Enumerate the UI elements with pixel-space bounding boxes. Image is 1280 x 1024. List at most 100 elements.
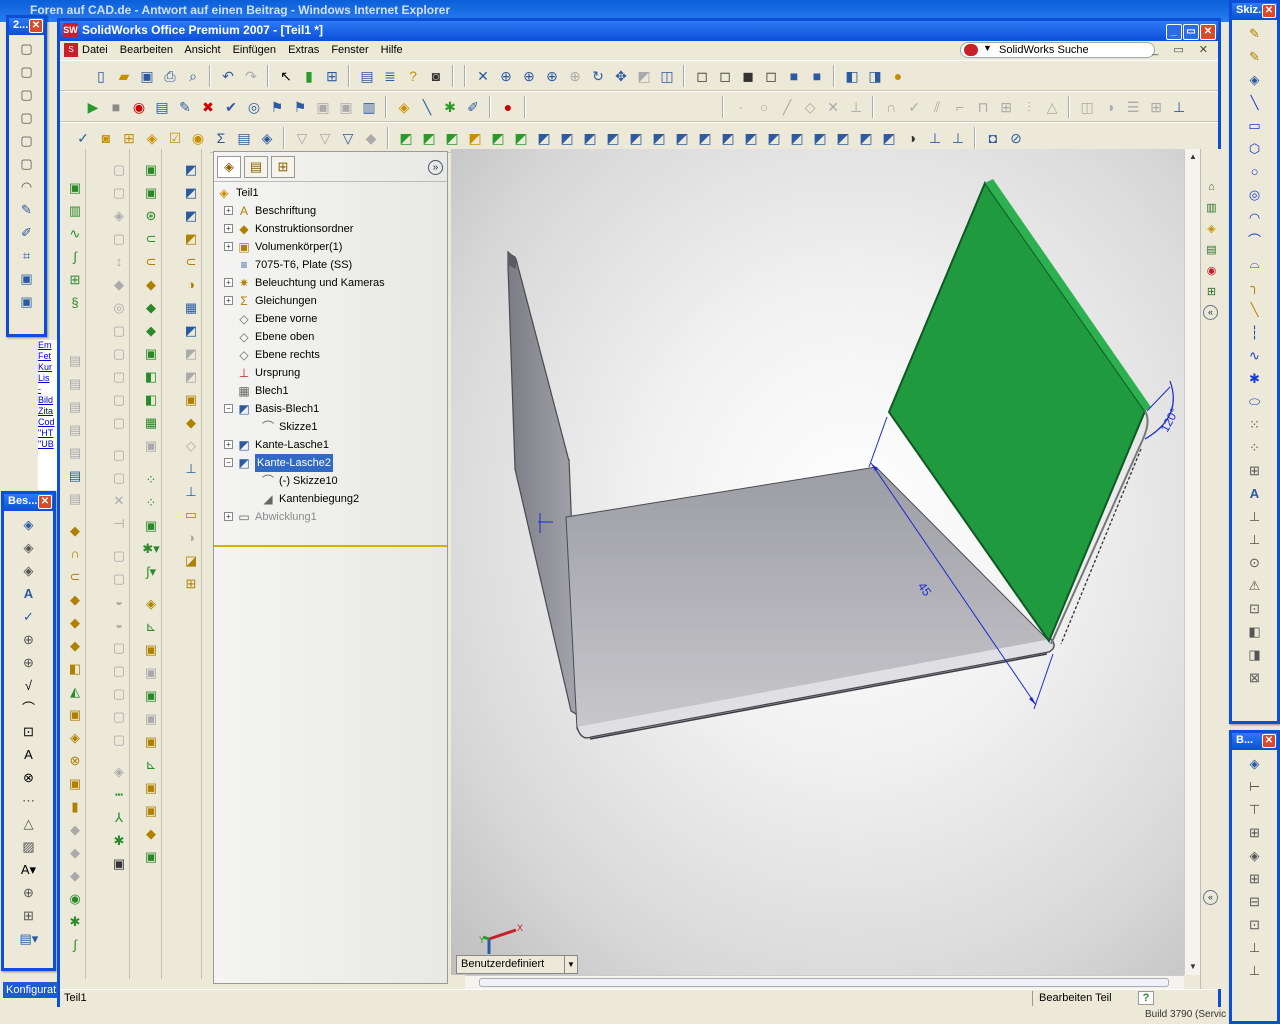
- feature-tool-icon[interactable]: ⊗: [66, 752, 84, 770]
- minimize-icon[interactable]: _: [1166, 24, 1182, 40]
- feature-tool-icon[interactable]: ✕: [110, 492, 128, 510]
- filter-tool-icon[interactable]: ◩: [832, 127, 854, 149]
- feature-tool-icon[interactable]: ▣: [142, 848, 160, 866]
- dimension-angle-label[interactable]: 120°: [1158, 406, 1182, 435]
- search-icon[interactable]: ◉: [1203, 263, 1220, 280]
- polygon-icon[interactable]: ⬡: [1246, 140, 1264, 158]
- filter-icon[interactable]: ▽: [337, 127, 359, 149]
- feature-tool-icon[interactable]: ▤: [66, 398, 84, 416]
- filter-tool-icon[interactable]: ◩: [763, 127, 785, 149]
- scroll-up-icon[interactable]: ▲: [1186, 150, 1200, 164]
- menu-datei[interactable]: Datei: [82, 44, 108, 56]
- sketch-icon[interactable]: ✎: [1246, 25, 1264, 43]
- close-icon[interactable]: ✕: [1200, 24, 1216, 40]
- feature-tool-icon[interactable]: ▢: [110, 547, 128, 565]
- datum-feature-icon[interactable]: A: [20, 746, 38, 764]
- properties-icon[interactable]: ≣: [379, 65, 401, 87]
- sheet-metal-tool-icon[interactable]: ◩: [182, 345, 200, 363]
- print-icon[interactable]: ⎙: [159, 65, 181, 87]
- filter-icon[interactable]: ▽: [291, 127, 313, 149]
- filter-tool-icon[interactable]: ◩: [740, 127, 762, 149]
- feature-tool-icon[interactable]: ┅: [110, 786, 128, 804]
- feature-tool-icon[interactable]: ▣: [142, 184, 160, 202]
- open-icon[interactable]: ▰: [113, 65, 135, 87]
- tree-item[interactable]: + ▭ Abwicklung1: [214, 508, 447, 526]
- zoom-fit-icon[interactable]: ⊕: [495, 65, 517, 87]
- document-icon[interactable]: S: [64, 43, 78, 57]
- sketch-tool-icon[interactable]: ☰: [1122, 96, 1144, 118]
- shadows-icon[interactable]: ■: [806, 65, 828, 87]
- feature-tool-icon[interactable]: ◙: [95, 127, 117, 149]
- print-preview-icon[interactable]: ⌕: [182, 65, 204, 87]
- horizontal-scrollbar[interactable]: [465, 975, 1184, 989]
- select-icon[interactable]: ↖: [275, 65, 297, 87]
- feature-tool-icon[interactable]: ▢: [18, 155, 36, 173]
- macro-tool-icon[interactable]: ▣: [312, 96, 334, 118]
- feature-tool-icon[interactable]: ▣: [142, 664, 160, 682]
- feature-tool-icon[interactable]: ▢: [110, 391, 128, 409]
- feature-tool-icon[interactable]: ◆: [66, 637, 84, 655]
- annotation-tool-icon[interactable]: ◈: [20, 562, 38, 580]
- new-icon[interactable]: ▯: [90, 65, 112, 87]
- zoom-in-out-icon[interactable]: ⊕: [541, 65, 563, 87]
- sketch-chamfer-icon[interactable]: ╲: [1246, 301, 1264, 319]
- view-orientation-select[interactable]: Benutzerdefiniert ▼: [456, 955, 578, 974]
- section-view-icon[interactable]: ◩: [633, 65, 655, 87]
- tree-item[interactable]: − ◩ Basis-Blech1: [214, 400, 447, 418]
- feature-tool-icon[interactable]: §: [66, 294, 84, 312]
- feature-tool-icon[interactable]: ◈: [256, 127, 278, 149]
- ie-side-link[interactable]: Zita: [38, 406, 58, 417]
- feature-tool-icon[interactable]: ▢: [110, 731, 128, 749]
- ie-side-link[interactable]: "HT: [38, 428, 58, 439]
- close-icon[interactable]: ✕: [1262, 734, 1276, 748]
- sketch-line-icon[interactable]: ╲: [416, 96, 438, 118]
- feature-tool-icon[interactable]: ▣: [142, 641, 160, 659]
- menu-bearbeiten[interactable]: Bearbeiten: [120, 44, 173, 56]
- sum-icon[interactable]: Σ: [210, 127, 232, 149]
- sketch-tool-icon[interactable]: ◧: [1246, 623, 1264, 641]
- sketch-edit-icon[interactable]: ✐: [462, 96, 484, 118]
- menu-fenster[interactable]: Fenster: [331, 44, 368, 56]
- pan-icon[interactable]: ✥: [610, 65, 632, 87]
- annotation-tool-icon[interactable]: ⋯: [20, 792, 38, 810]
- sketch-tool-icon[interactable]: ⚠: [1246, 577, 1264, 595]
- weld-symbol-icon[interactable]: ⌒: [20, 700, 38, 718]
- feature-tool-icon[interactable]: ◉: [187, 127, 209, 149]
- feature-tool-icon[interactable]: ▢: [18, 109, 36, 127]
- maximize-icon[interactable]: ▭: [1183, 24, 1199, 40]
- feature-tool-icon[interactable]: ▤: [66, 467, 84, 485]
- shaded-icon[interactable]: ■: [783, 65, 805, 87]
- dimension-tool-icon[interactable]: ◈: [1246, 847, 1264, 865]
- feature-tool-icon[interactable]: ▣: [66, 179, 84, 197]
- feature-manager-tab-icon[interactable]: ◈: [217, 156, 241, 178]
- ie-side-link[interactable]: Em: [38, 340, 58, 351]
- feature-tool-icon[interactable]: ⊂: [66, 568, 84, 586]
- design-library-icon[interactable]: ◈: [1203, 221, 1220, 238]
- annotation-tool-icon[interactable]: ⊕: [20, 654, 38, 672]
- sheet-metal-tool-icon[interactable]: ◑: [182, 529, 200, 547]
- feature-tool-icon[interactable]: ✱▾: [142, 540, 160, 558]
- scroll-thumb[interactable]: [479, 978, 1169, 987]
- feature-tool-icon[interactable]: ◆: [66, 591, 84, 609]
- ie-side-link[interactable]: Cod: [38, 417, 58, 428]
- feature-tool-icon[interactable]: ▣: [66, 706, 84, 724]
- feature-tool-icon[interactable]: ◆: [110, 276, 128, 294]
- sketch-tool-icon[interactable]: ○: [753, 96, 775, 118]
- feature-tool-icon[interactable]: ▣: [142, 710, 160, 728]
- filter-tool-icon[interactable]: ◩: [395, 127, 417, 149]
- grid-icon[interactable]: ⁙: [1246, 416, 1264, 434]
- filter-tool-icon[interactable]: ◩: [648, 127, 670, 149]
- spline-icon[interactable]: ∿: [1246, 347, 1264, 365]
- sketch-tool-icon[interactable]: ✕: [822, 96, 844, 118]
- stop-macro-icon[interactable]: ■: [105, 96, 127, 118]
- horizontal-dimension-icon[interactable]: ⊢: [1246, 778, 1264, 796]
- wireframe-icon[interactable]: ◻: [691, 65, 713, 87]
- zoom-selection-icon[interactable]: ⊕: [564, 65, 586, 87]
- sketch-tool-icon[interactable]: ⌗: [18, 247, 36, 265]
- feature-tool-icon[interactable]: ◆: [142, 299, 160, 317]
- macro-tool-icon[interactable]: ◎: [243, 96, 265, 118]
- expand-icon[interactable]: +: [224, 278, 233, 287]
- feature-tool-icon[interactable]: ▣: [142, 802, 160, 820]
- macro-tool-icon[interactable]: ▥: [358, 96, 380, 118]
- feature-tool-icon[interactable]: ◉: [66, 890, 84, 908]
